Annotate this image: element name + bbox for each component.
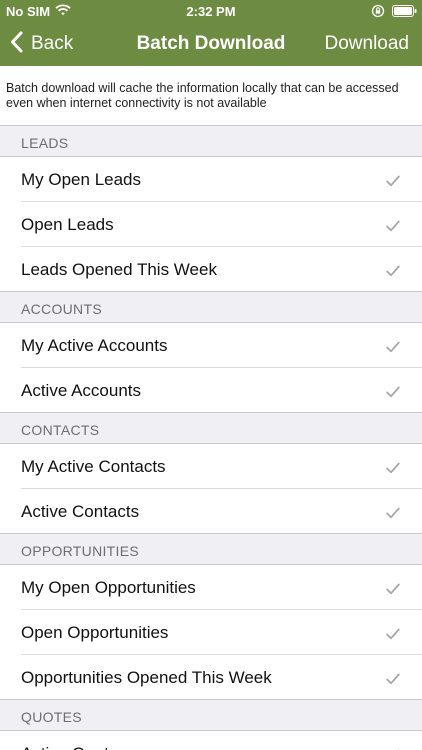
list-item-label: My Open Opportunities <box>21 577 196 597</box>
list-item-label: Active Contacts <box>21 501 140 521</box>
list-item[interactable]: Open Opportunities <box>0 610 422 655</box>
checkmark-icon <box>386 580 400 600</box>
list-item-label: Open Leads <box>21 214 114 234</box>
list-item[interactable]: My Open Leads <box>0 157 422 202</box>
checkmark-icon <box>386 746 400 750</box>
list-item-label: Active Quotes <box>21 744 127 750</box>
checkmark-icon <box>386 625 400 645</box>
list-item-label: Leads Opened This Week <box>21 259 217 279</box>
status-bar: No SIM 2:32 PM <box>0 0 422 22</box>
list-item[interactable]: Active Accounts <box>0 368 422 413</box>
checkmark-icon <box>386 383 400 403</box>
app-header: No SIM 2:32 PM Back Batch Download Downl… <box>0 0 422 66</box>
list-item[interactable]: Active Quotes <box>0 731 422 750</box>
section-header-opportunities: OPPORTUNITIES <box>0 534 422 565</box>
list-item[interactable]: Leads Opened This Week <box>0 247 422 292</box>
checkmark-icon <box>386 459 400 479</box>
download-button[interactable]: Download <box>325 33 410 55</box>
section-header-accounts: ACCOUNTS <box>0 292 422 323</box>
list-item-label: Open Opportunities <box>21 622 169 642</box>
checkmark-icon <box>386 504 400 524</box>
list-item-label: My Open Leads <box>21 169 142 189</box>
battery-icon <box>392 5 417 20</box>
list-item[interactable]: My Open Opportunities <box>0 565 422 610</box>
list-item-label: Active Accounts <box>21 380 142 400</box>
section-header-contacts: CONTACTS <box>0 413 422 444</box>
list-item[interactable]: Active Contacts <box>0 489 422 534</box>
checkmark-icon <box>386 262 400 282</box>
row-divider <box>0 533 422 534</box>
section-header-quotes: QUOTES <box>0 700 422 731</box>
list-item[interactable]: Open Leads <box>0 202 422 247</box>
row-divider <box>0 412 422 413</box>
settings-list[interactable]: Batch download will cache the informatio… <box>0 66 422 750</box>
list-item[interactable]: Opportunities Opened This Week <box>0 655 422 700</box>
list-item-label: Opportunities Opened This Week <box>21 667 272 687</box>
section-header-leads: LEADS <box>0 126 422 157</box>
status-time: 2:32 PM <box>186 4 236 19</box>
checkmark-icon <box>386 217 400 237</box>
list-item-label: My Active Accounts <box>21 335 168 355</box>
row-divider <box>0 291 422 292</box>
checkmark-icon <box>386 670 400 690</box>
list-item-label: My Active Contacts <box>21 456 166 476</box>
checkmark-icon <box>386 338 400 358</box>
list-item[interactable]: My Active Contacts <box>0 444 422 489</box>
navigation-bar: Back Batch Download Download <box>0 22 422 66</box>
checkmark-icon <box>386 172 400 192</box>
info-text: Batch download will cache the informatio… <box>0 66 422 126</box>
orientation-lock-icon <box>371 4 385 21</box>
sections-container: LEADS My Open Leads Open Leads Leads Opened… <box>0 126 422 750</box>
list-item[interactable]: My Active Accounts <box>0 323 422 368</box>
row-divider <box>0 699 422 700</box>
